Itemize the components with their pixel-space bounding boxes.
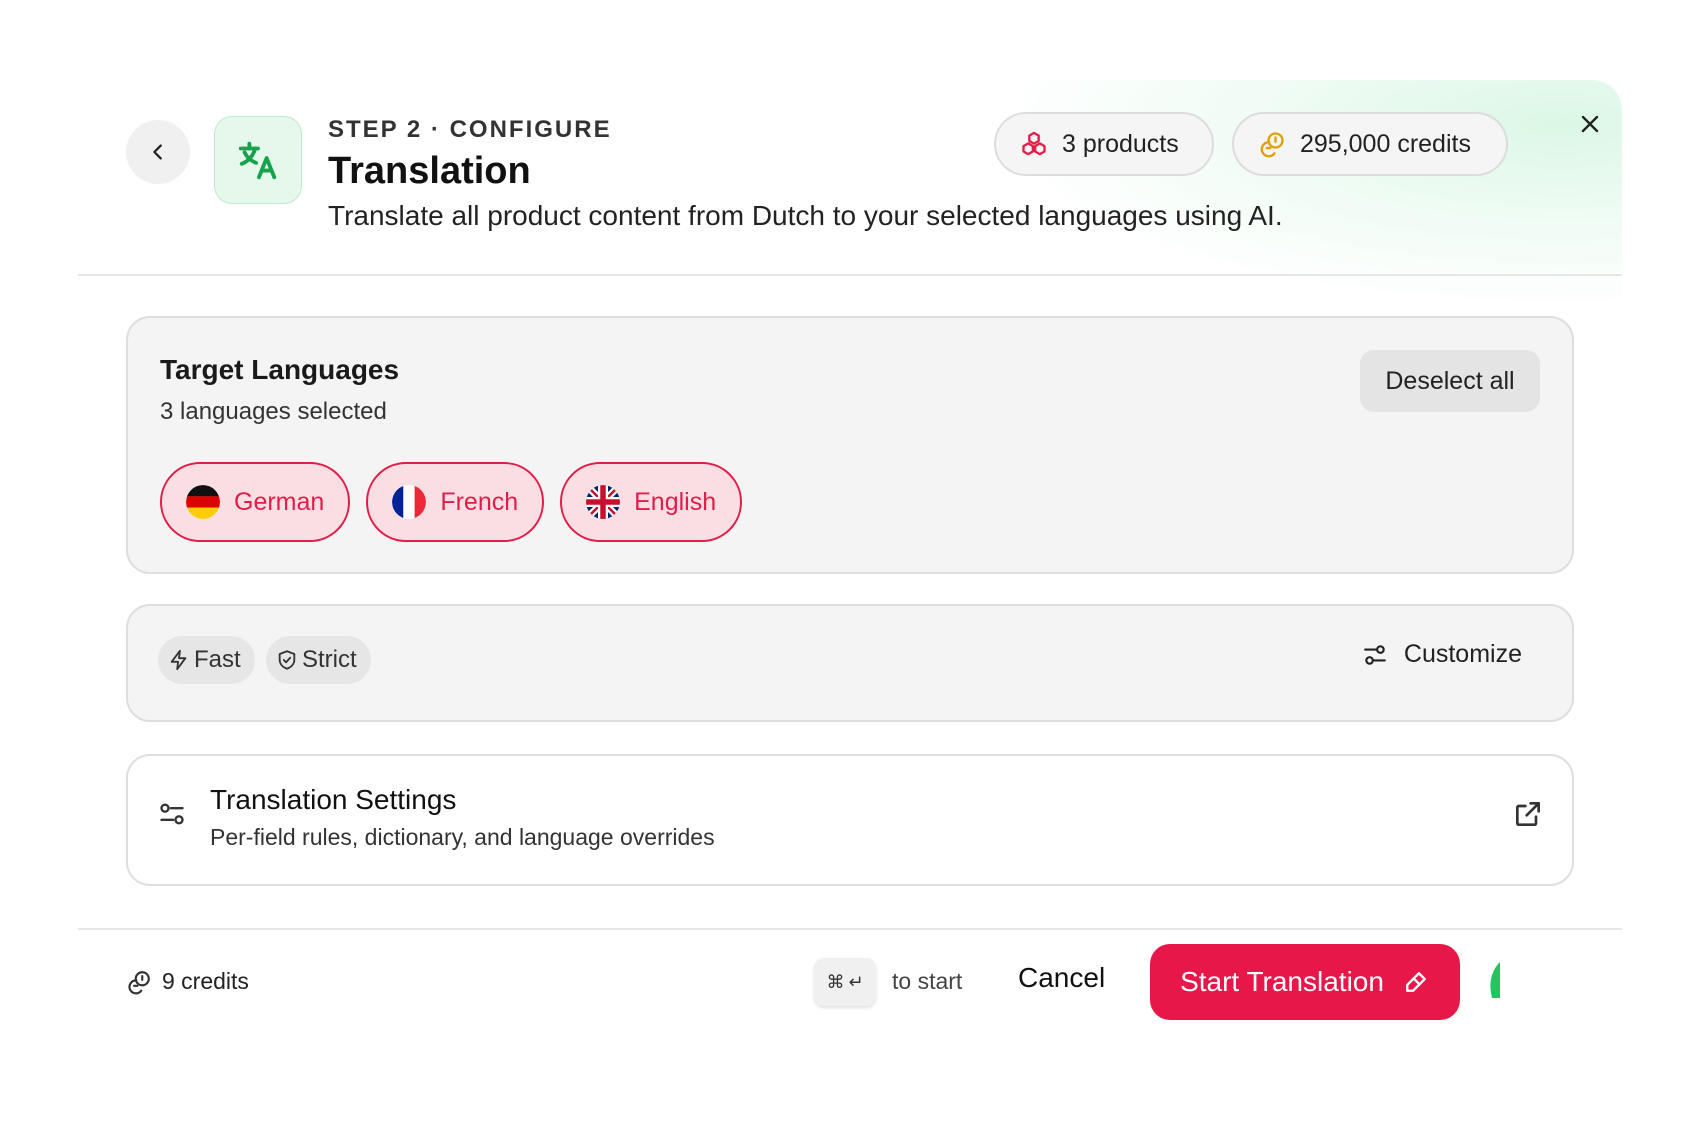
external-link-icon[interactable] (1512, 798, 1544, 830)
language-chip-german[interactable]: German (160, 462, 351, 542)
chevron-left-icon (153, 144, 162, 160)
language-chip-label: English (634, 487, 717, 516)
cost-credits-label: 9 credits (162, 968, 249, 994)
mode-strict-label: Strict (302, 646, 357, 673)
target-languages-card: Target Languages 3 languages selected De… (126, 316, 1574, 574)
step-label: STEP 2 · CONFIGURE (328, 116, 612, 143)
language-chip-french[interactable]: French (366, 462, 545, 542)
lightning-icon (170, 649, 187, 671)
credits-balance: 295,000 credits (1300, 129, 1471, 158)
sliders-icon (160, 803, 184, 825)
back-button[interactable] (126, 120, 190, 184)
customize-button[interactable]: Customize (1362, 640, 1522, 669)
translation-settings-card[interactable]: Translation Settings Per-field rules, di… (126, 754, 1574, 886)
page-subtitle: Translate all product content from Dutch… (328, 200, 1283, 231)
language-chips: German French English (160, 462, 743, 542)
de-flag-icon (186, 485, 220, 519)
products-pill[interactable]: 3 products (994, 112, 1214, 176)
settings-description: Per-field rules, dictionary, and languag… (210, 824, 715, 850)
close-icon (1581, 115, 1599, 133)
page-title: Translation (328, 150, 531, 192)
translation-modes-card: Fast Strict Customize (126, 604, 1574, 722)
credits-pill[interactable]: 295,000 credits (1232, 112, 1508, 176)
corner-accent (1490, 962, 1500, 998)
translate-icon (214, 116, 302, 204)
settings-title: Translation Settings (210, 784, 457, 815)
mode-strict-chip[interactable]: Strict (266, 636, 371, 684)
shield-check-icon (278, 650, 296, 670)
close-button[interactable] (1570, 104, 1610, 144)
enter-key-icon: ↵ (848, 971, 864, 992)
command-key-icon: ⌘ (826, 971, 845, 992)
language-chip-label: German (234, 487, 325, 516)
deselect-all-button[interactable]: Deselect all (1360, 350, 1540, 412)
coins-icon (128, 970, 150, 994)
translation-modal: STEP 2 · CONFIGURE Translation Translate… (78, 80, 1622, 1080)
sliders-icon (1364, 644, 1386, 665)
mode-fast-label: Fast (194, 646, 241, 673)
languages-selected-count: 3 languages selected (160, 398, 387, 425)
coins-icon (1260, 132, 1284, 158)
customize-label: Customize (1403, 640, 1522, 668)
boxes-icon (1022, 131, 1046, 156)
start-translation-button[interactable]: Start Translation (1150, 944, 1460, 1020)
fr-flag-icon (392, 485, 427, 519)
gb-flag-icon (586, 485, 621, 519)
cancel-button[interactable]: Cancel (1018, 962, 1105, 994)
keyboard-shortcut: ⌘ ↵ (814, 958, 876, 1006)
target-languages-title: Target Languages (160, 354, 400, 385)
products-count: 3 products (1062, 129, 1179, 158)
cost-credits: 9 credits (126, 968, 249, 995)
mode-fast-chip[interactable]: Fast (158, 636, 255, 684)
language-chip-english[interactable]: English (560, 462, 743, 542)
shortcut-hint: to start (892, 968, 963, 994)
footer-divider (78, 928, 1622, 930)
header-divider (78, 274, 1622, 276)
language-chip-label: French (440, 487, 519, 516)
start-translation-label: Start Translation (1180, 966, 1384, 997)
eraser-icon (1406, 972, 1426, 992)
